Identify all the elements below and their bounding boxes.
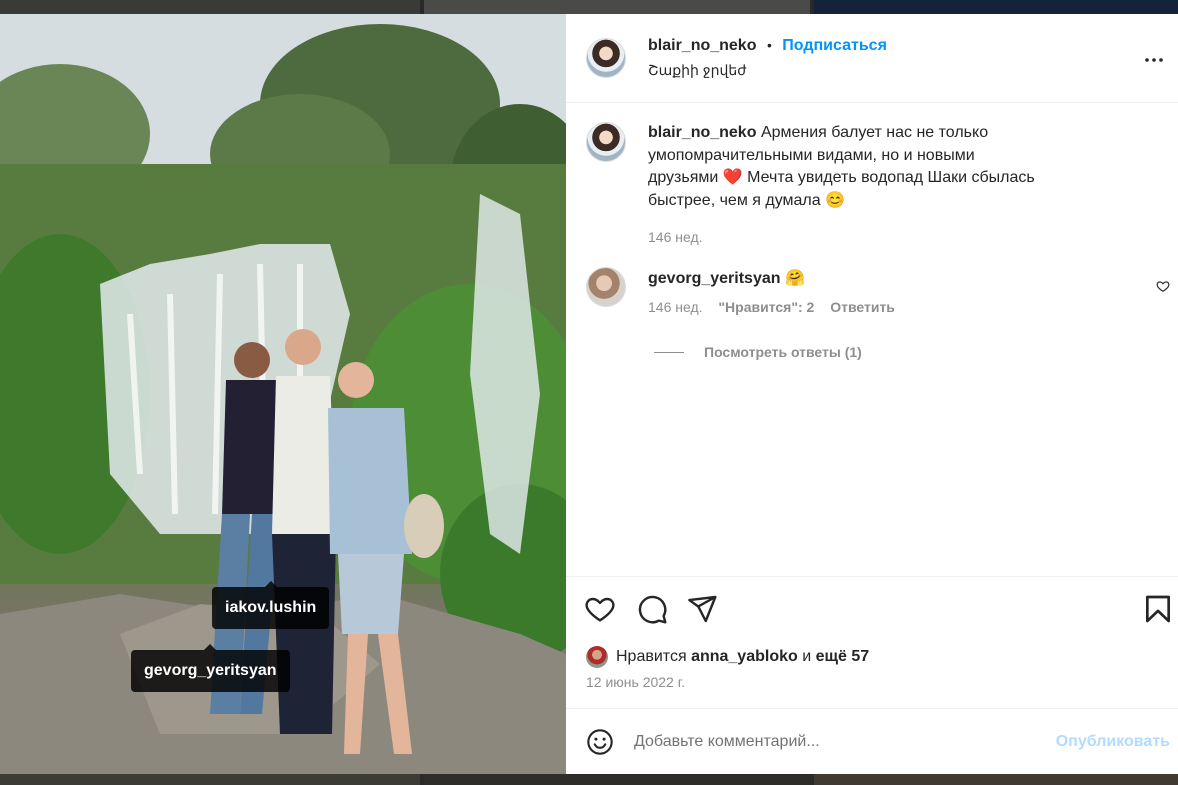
feed-tile-bottom-mid [424,774,810,785]
post-date[interactable]: 12 июнь 2022 г. [586,674,685,690]
caption-block: blair_no_neko Армения балует нас не толь… [648,122,1048,212]
caption-avatar[interactable] [586,122,626,162]
author-avatar[interactable] [586,38,626,78]
tag-username: gevorg_yeritsyan [144,662,277,679]
add-comment-bar: Опубликовать [566,708,1178,775]
post-header: blair_no_neko • Подписаться Շաքիի ջրվեժ [566,14,1178,103]
feed-tile-top-left [0,0,420,14]
likes-others-count[interactable]: ещё 57 [816,648,870,666]
bookmark-icon[interactable] [1142,593,1174,625]
comment-age: 146 нед. [648,298,703,315]
caption: blair_no_neko Армения балует нас не толь… [648,122,1048,245]
feed-tile-top-mid [424,0,810,14]
comment-likes[interactable]: "Нравится": 2 [718,299,814,315]
tag-username: iakov.lushin [225,599,317,616]
emoji-smile-icon[interactable] [586,728,614,756]
caption-username[interactable]: blair_no_neko [648,124,756,141]
caption-age: 146 нед. [648,229,703,245]
feed-tile-top-right [814,0,1178,14]
post-modal: iakov.lushin gevorg_yeritsyan blair_no_n… [0,14,1178,774]
heart-icon[interactable] [584,593,616,625]
post-location[interactable]: Շաքիի ջրվեժ [648,62,746,79]
follow-button[interactable]: Подписаться [782,37,887,54]
view-replies[interactable]: Посмотреть ответы (1) [654,344,862,360]
separator-dot: • [766,37,772,53]
comment-input[interactable] [634,729,1034,755]
comment: gevorg_yeritsyan 🤗 146 нед. "Нравится": … [648,268,1128,315]
publish-button[interactable]: Опубликовать [1056,733,1170,751]
more-horizontal-icon[interactable] [1142,48,1166,72]
comment-body: gevorg_yeritsyan 🤗 [648,268,1128,291]
author-line: blair_no_neko • Подписаться [648,37,887,55]
tag-pointer [204,644,217,650]
comment-username[interactable]: gevorg_yeritsyan [648,270,781,287]
liker-avatar[interactable] [586,646,608,668]
feed-tile-bottom-left [0,774,420,785]
comment-bubble-icon[interactable] [636,593,668,625]
reply-button[interactable]: Ответить [830,299,895,315]
comment-meta: 146 нед. "Нравится": 2 Ответить [648,299,1128,315]
likes-prefix: Нравится [616,648,687,665]
comment-like-heart-icon[interactable] [1156,279,1170,293]
photo-tag-gevorg[interactable]: gevorg_yeritsyan [131,644,290,692]
commenter-avatar[interactable] [586,267,626,307]
photo-tag-iakov[interactable]: iakov.lushin [212,581,330,629]
post-details-panel: blair_no_neko • Подписаться Շաքիի ջրվեժ … [566,14,1178,774]
author-username[interactable]: blair_no_neko [648,37,756,54]
comment-text: 🤗 [784,270,805,287]
likes-conjunction: и [802,648,812,665]
tag-pointer [264,581,277,587]
feed-tile-bottom-right [814,774,1178,785]
post-photo[interactable]: iakov.lushin gevorg_yeritsyan [0,14,566,774]
paper-plane-icon[interactable] [686,593,718,625]
replies-divider-line [654,351,684,353]
liker-username[interactable]: anna_yabloko [691,648,798,666]
likes-summary: Нравится anna_yabloko и ещё 57 [586,646,869,668]
view-replies-label: Посмотреть ответы (1) [704,344,862,360]
